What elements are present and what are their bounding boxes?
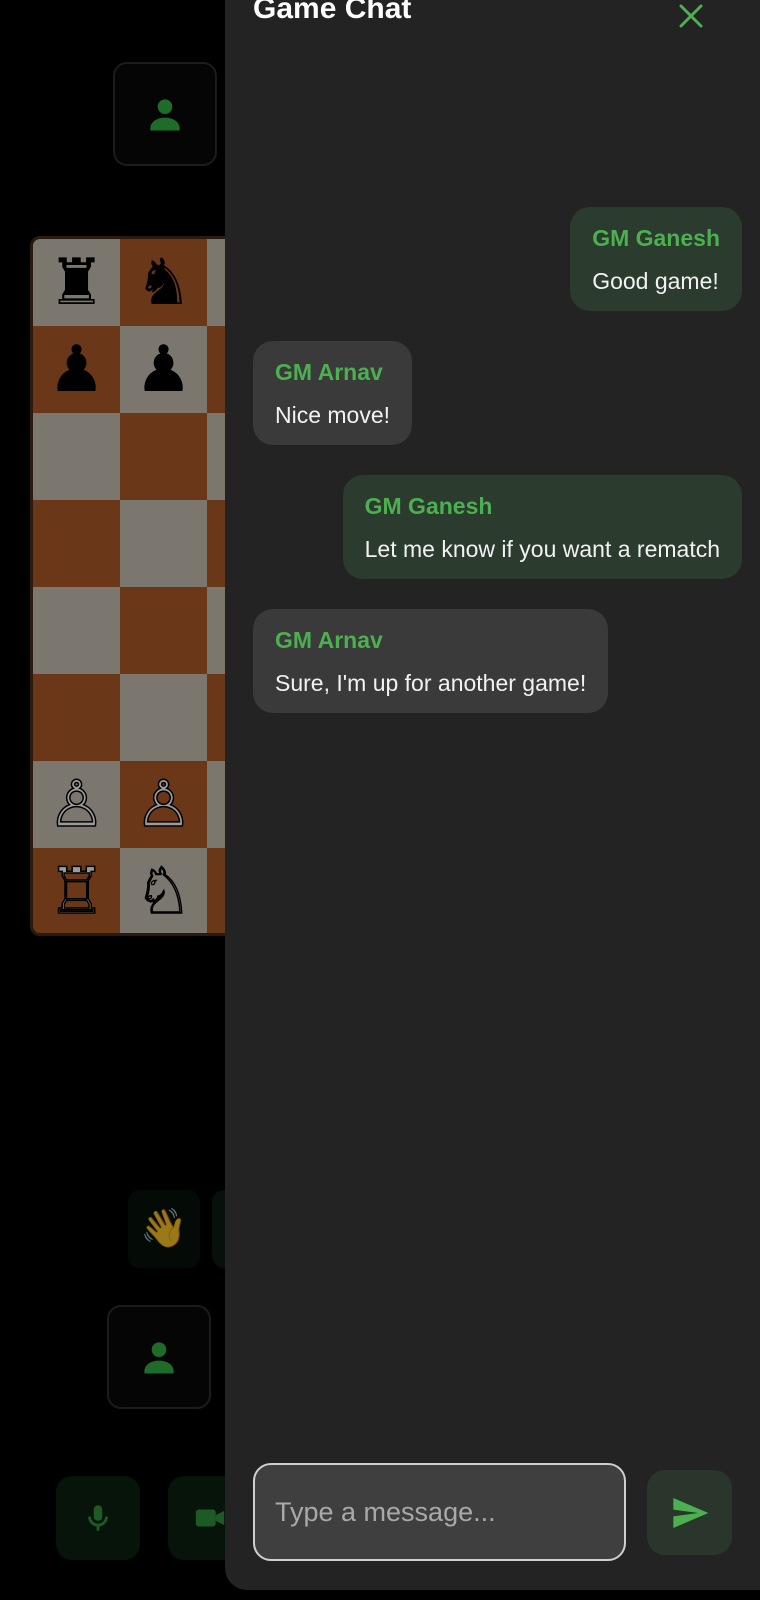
send-icon	[672, 1497, 708, 1528]
chat-message: GM Ganesh Good game!	[570, 207, 742, 311]
message-text: Good game!	[592, 268, 719, 294]
board-square[interactable]	[120, 674, 207, 761]
board-square[interactable]	[33, 587, 120, 674]
chess-piece[interactable]: ♞	[135, 251, 192, 315]
message-text: Let me know if you want a rematch	[364, 536, 720, 562]
board-square[interactable]: ♜	[33, 239, 120, 326]
video-camera-icon	[195, 1509, 225, 1527]
chat-message: GM Ganesh Let me know if you want a rema…	[342, 475, 742, 579]
chess-piece[interactable]: ♟	[48, 338, 105, 402]
board-square[interactable]: ♙	[120, 761, 207, 848]
microphone-icon	[88, 1505, 108, 1531]
game-chat-panel: Game Chat GM Ganesh Good game! GM Arnav …	[225, 0, 760, 1590]
send-button[interactable]	[647, 1470, 732, 1555]
board-square[interactable]	[120, 587, 207, 674]
message-text: Sure, I'm up for another game!	[275, 670, 587, 696]
board-square[interactable]: ♟	[33, 326, 120, 413]
board-square[interactable]	[33, 413, 120, 500]
chat-title: Game Chat	[253, 0, 412, 25]
board-square[interactable]: ♘	[120, 848, 207, 933]
board-square[interactable]: ♖	[33, 848, 120, 933]
chess-piece[interactable]: ♖	[47, 859, 106, 925]
player-avatar	[107, 1305, 211, 1409]
chat-message: GM Arnav Nice move!	[253, 341, 413, 445]
chess-piece[interactable]: ♘	[134, 859, 193, 925]
message-sender: GM Arnav	[275, 627, 383, 653]
chess-piece[interactable]: ♙	[47, 772, 106, 838]
wave-reaction-button[interactable]: 👋	[128, 1190, 200, 1268]
board-square[interactable]	[120, 500, 207, 587]
message-sender: GM Ganesh	[364, 493, 493, 519]
message-text: Nice move!	[275, 402, 391, 428]
person-icon	[144, 1342, 174, 1374]
chess-piece[interactable]: ♟	[135, 338, 192, 402]
board-square[interactable]	[120, 413, 207, 500]
person-icon	[150, 99, 180, 131]
message-input[interactable]	[275, 1496, 624, 1528]
message-sender: GM Arnav	[275, 359, 383, 385]
chat-message: GM Arnav Sure, I'm up for another game!	[253, 609, 609, 713]
microphone-button[interactable]	[56, 1476, 140, 1560]
message-input-container	[253, 1463, 626, 1561]
board-square[interactable]: ♙	[33, 761, 120, 848]
opponent-avatar	[113, 62, 217, 166]
chess-piece[interactable]: ♙	[134, 772, 193, 838]
board-square[interactable]: ♞	[120, 239, 207, 326]
wave-emoji-icon: 👋	[140, 1208, 188, 1250]
board-square[interactable]	[33, 674, 120, 761]
close-chat-button[interactable]	[673, 0, 709, 34]
chess-piece[interactable]: ♜	[48, 251, 105, 315]
close-icon	[679, 4, 703, 28]
board-square[interactable]	[33, 500, 120, 587]
message-sender: GM Ganesh	[592, 225, 720, 251]
board-square[interactable]: ♟	[120, 326, 207, 413]
